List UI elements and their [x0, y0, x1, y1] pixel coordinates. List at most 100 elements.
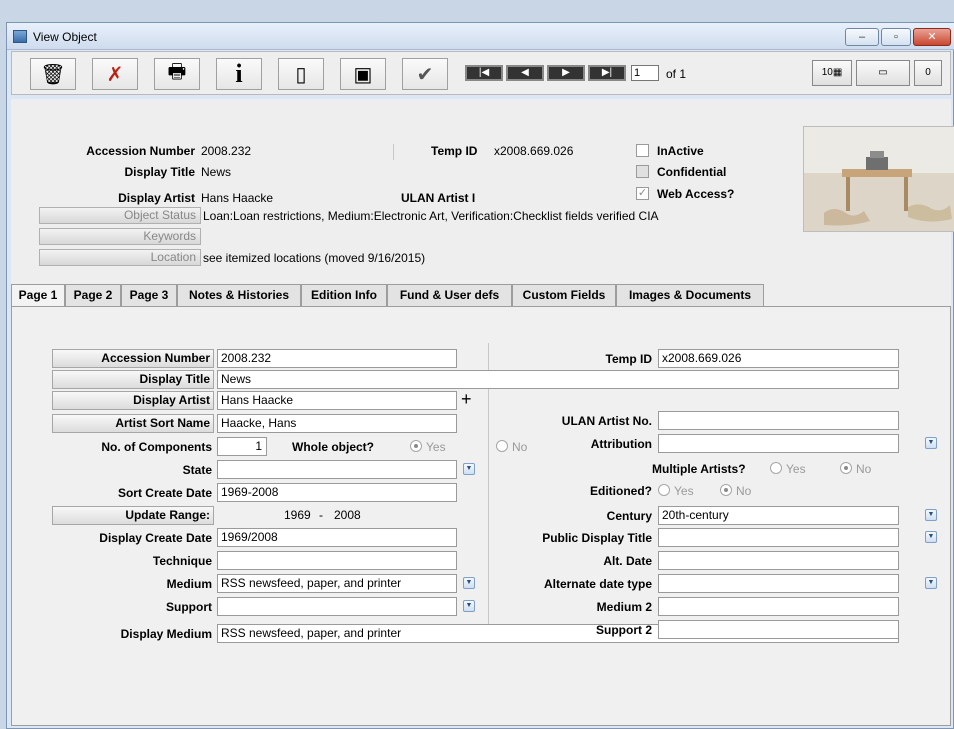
support-field[interactable]: [217, 597, 457, 616]
page-1-panel: Accession Number 2008.232 Display Title …: [11, 306, 951, 726]
state-field[interactable]: [217, 460, 457, 479]
tab-fund-user-defs[interactable]: Fund & User defs: [387, 284, 512, 306]
sort-create-date-field[interactable]: 1969-2008: [217, 483, 457, 502]
record-count: of 1: [666, 67, 687, 81]
inactive-checkbox[interactable]: [636, 144, 649, 157]
tab-page-2[interactable]: Page 2: [65, 284, 121, 306]
attribution-field[interactable]: [658, 434, 899, 453]
editioned-yes-radio[interactable]: [658, 484, 670, 496]
medium-2-field[interactable]: [658, 597, 899, 616]
medium-2-label: Medium 2: [596, 600, 652, 614]
tab-edition-info[interactable]: Edition Info: [301, 284, 387, 306]
medium-label: Medium: [166, 577, 212, 591]
whole-object-yes-radio[interactable]: [410, 440, 422, 452]
century-dropdown-icon[interactable]: ▼: [925, 509, 937, 521]
accession-number-field[interactable]: 2008.232: [217, 349, 457, 368]
close-button[interactable]: ✕: [913, 28, 951, 46]
support-label: Support: [166, 600, 212, 614]
location-button[interactable]: Location: [39, 249, 201, 266]
display-title-field[interactable]: News: [217, 370, 899, 389]
check-icon[interactable]: ✔: [402, 58, 448, 90]
header-ulan-label: ULAN Artist I: [401, 191, 476, 205]
grid-view-button[interactable]: 10▦: [812, 60, 852, 86]
range-separator: -: [319, 508, 323, 522]
record-number-input[interactable]: 1: [631, 65, 659, 81]
medium-field[interactable]: RSS newsfeed, paper, and printer: [217, 574, 457, 593]
last-record-button[interactable]: ▶|: [588, 65, 626, 81]
state-dropdown-icon[interactable]: ▼: [463, 463, 475, 475]
keywords-button[interactable]: Keywords: [39, 228, 201, 245]
alt-date-field[interactable]: [658, 551, 899, 570]
minimize-button[interactable]: –: [845, 28, 879, 46]
whole-object-yes-label: Yes: [426, 440, 446, 454]
ulan-artist-label: ULAN Artist No.: [561, 414, 652, 428]
whole-object-label: Whole object?: [292, 440, 374, 454]
print-icon[interactable]: 🖶: [154, 58, 200, 90]
multiple-artists-no-label: No: [856, 462, 872, 476]
window-title: View Object: [33, 30, 97, 44]
prev-record-button[interactable]: ◀: [506, 65, 544, 81]
confidential-checkbox[interactable]: [636, 165, 649, 178]
components-field[interactable]: 1: [217, 437, 267, 456]
medium-dropdown-icon[interactable]: ▼: [463, 577, 475, 589]
confidential-label: Confidential: [657, 165, 727, 179]
tab-notes-histories[interactable]: Notes & Histories: [177, 284, 301, 306]
display-artist-field[interactable]: Hans Haacke: [217, 391, 457, 410]
copy-icon[interactable]: ▣: [340, 58, 386, 90]
temp-id-label: Temp ID: [605, 352, 652, 366]
public-display-title-dropdown-icon[interactable]: ▼: [925, 531, 937, 543]
range-end: 2008: [334, 508, 361, 522]
accession-number-button[interactable]: Accession Number: [52, 349, 214, 368]
update-range-button[interactable]: Update Range:: [52, 506, 214, 525]
ulan-artist-field[interactable]: [658, 411, 899, 430]
support-2-field[interactable]: [658, 620, 899, 639]
editioned-no-radio[interactable]: [720, 484, 732, 496]
inactive-label: InActive: [657, 144, 704, 158]
object-status-button[interactable]: Object Status: [39, 207, 201, 224]
attribution-dropdown-icon[interactable]: ▼: [925, 437, 937, 449]
display-title-button[interactable]: Display Title: [52, 370, 214, 389]
next-record-button[interactable]: ▶: [547, 65, 585, 81]
support-dropdown-icon[interactable]: ▼: [463, 600, 475, 612]
alternate-date-type-field[interactable]: [658, 574, 899, 593]
tab-custom-fields[interactable]: Custom Fields: [512, 284, 616, 306]
maximize-button[interactable]: ▫: [881, 28, 911, 46]
multiple-artists-no-radio[interactable]: [840, 462, 852, 474]
web-access-checkbox[interactable]: ✓: [636, 187, 649, 200]
tab-page-1[interactable]: Page 1: [11, 284, 65, 307]
multiple-artists-label: Multiple Artists?: [652, 462, 746, 476]
public-display-title-label: Public Display Title: [542, 531, 652, 545]
single-view-button[interactable]: 0: [914, 60, 942, 86]
century-field[interactable]: 20th-century: [658, 506, 899, 525]
display-artist-button[interactable]: Display Artist: [52, 391, 214, 410]
new-record-icon[interactable]: ▯: [278, 58, 324, 90]
multiple-artists-yes-radio[interactable]: [770, 462, 782, 474]
whole-object-no-radio[interactable]: [496, 440, 508, 452]
delete-icon[interactable]: 🗑: [30, 58, 76, 90]
info-icon[interactable]: i: [216, 58, 262, 90]
tab-page-3[interactable]: Page 3: [121, 284, 177, 306]
artist-sort-name-button[interactable]: Artist Sort Name: [52, 414, 214, 433]
sort-create-date-label: Sort Create Date: [117, 486, 212, 500]
accession-label: Accession Number: [86, 144, 195, 158]
technique-field[interactable]: [217, 551, 457, 570]
cancel-icon[interactable]: ✗: [92, 58, 138, 90]
title-bar: View Object – ▫ ✕: [7, 23, 954, 50]
temp-id-field[interactable]: x2008.669.026: [658, 349, 899, 368]
editioned-no-label: No: [736, 484, 752, 498]
header-temp-id-value: x2008.669.026: [494, 144, 574, 158]
display-title-label: Display Title: [124, 165, 195, 179]
object-status-value: Loan:Loan restrictions, Medium:Electroni…: [203, 209, 659, 223]
alternate-date-type-dropdown-icon[interactable]: ▼: [925, 577, 937, 589]
web-access-label: Web Access?: [657, 187, 735, 201]
tab-images-documents[interactable]: Images & Documents: [616, 284, 764, 306]
display-medium-label: Display Medium: [120, 627, 212, 641]
object-thumbnail[interactable]: [803, 126, 954, 232]
first-record-button[interactable]: |◀: [465, 65, 503, 81]
display-artist-value: Hans Haacke: [201, 191, 274, 205]
artist-sort-name-field[interactable]: Haacke, Hans: [217, 414, 457, 433]
form-view-button[interactable]: ▭: [856, 60, 910, 86]
public-display-title-field[interactable]: [658, 528, 899, 547]
display-create-date-field[interactable]: 1969/2008: [217, 528, 457, 547]
add-artist-icon[interactable]: +: [461, 389, 472, 410]
